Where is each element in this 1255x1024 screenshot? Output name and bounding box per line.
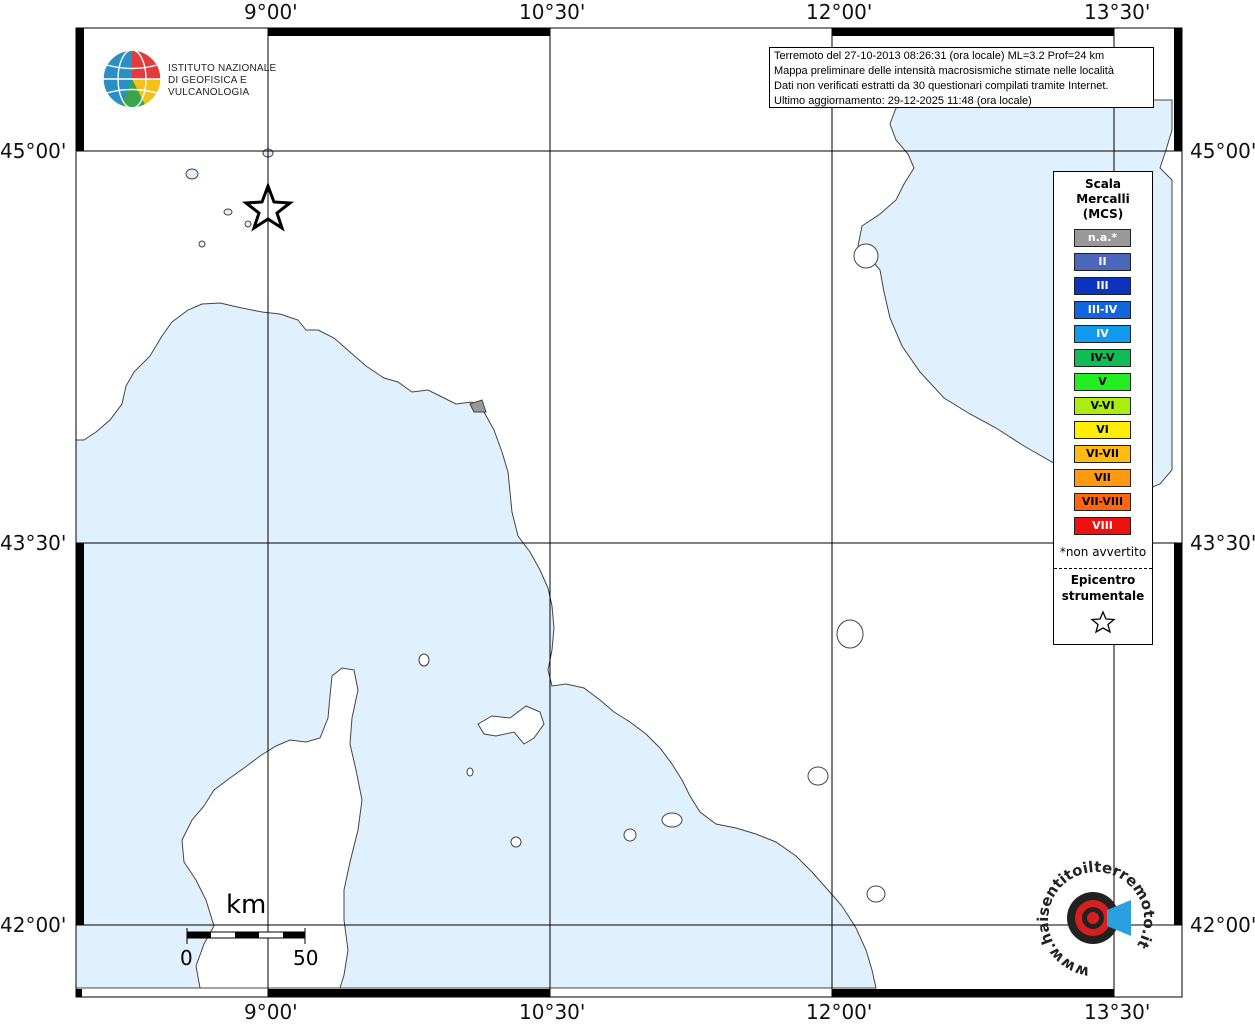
legend-swatch-10: VI-VII xyxy=(1074,445,1131,463)
haisentito-logo: www.haisentitoilterremoto.it xyxy=(1033,858,1159,982)
info-line1: Terremoto del 27-10-2013 08:26:31 (ora l… xyxy=(774,50,1105,62)
legend-swatch-8: V-VI xyxy=(1074,397,1131,415)
legend-epicenter-line2: strumentale xyxy=(1061,589,1145,603)
legend-swatch-2: II xyxy=(1074,253,1131,271)
legend-swatch-13: VIII xyxy=(1074,517,1131,535)
lon-label-top-2: 10°30' xyxy=(519,0,586,24)
legend-title-line2: Mercalli xyxy=(1076,192,1130,206)
legend-swatch-4: III-IV xyxy=(1074,301,1131,319)
lat-label-left-2: 43°30' xyxy=(0,531,67,555)
legend-epicenter-label: Epicentro strumentale xyxy=(1054,572,1152,604)
legend-note: *non avvertito xyxy=(1059,545,1147,559)
logo-line1: ISTITUTO NAZIONALE xyxy=(168,63,277,74)
scale-min: 0 xyxy=(180,946,193,970)
legend-swatch-12: VII-VIII xyxy=(1074,493,1131,511)
ingv-logo: ISTITUTO NAZIONALE DI GEOFISICA E VULCAN… xyxy=(101,48,321,110)
info-line3: Dati non verificati estratti da 30 quest… xyxy=(774,80,1109,92)
info-line4: Ultimo aggiornamento: 29-12-2025 11:48 (… xyxy=(774,95,1032,107)
legend-title: Scala Mercalli (MCS) xyxy=(1054,177,1152,222)
legend-epicenter-line1: Epicentro xyxy=(1070,573,1136,587)
lon-label-bottom-3: 12°00' xyxy=(806,1000,873,1024)
lon-label-bottom-1: 9°00' xyxy=(244,1000,298,1024)
legend-swatch-7: V xyxy=(1074,373,1131,391)
legend-swatch-1: n.a.* xyxy=(1074,229,1131,247)
lon-label-top-1: 9°00' xyxy=(244,0,298,24)
lon-label-bottom-2: 10°30' xyxy=(519,1000,586,1024)
earthquake-info-box: Terremoto del 27-10-2013 08:26:31 (ora l… xyxy=(769,47,1154,108)
logo-line2: DI GEOFISICA E VULCANOLOGIA xyxy=(168,75,250,98)
lat-label-right-2: 43°30' xyxy=(1190,531,1255,555)
scale-unit: km xyxy=(226,890,267,920)
legend-swatch-5: IV xyxy=(1074,325,1131,343)
legend-title-line1: Scala xyxy=(1084,177,1122,191)
legend-swatch-6: IV-V xyxy=(1074,349,1131,367)
lat-label-left-1: 45°00' xyxy=(0,139,67,163)
lon-label-bottom-4: 13°30' xyxy=(1084,1000,1151,1024)
lon-label-top-4: 13°30' xyxy=(1084,0,1151,24)
legend-swatch-3: III xyxy=(1074,277,1131,295)
legend-swatch-9: VI xyxy=(1074,421,1131,439)
lon-label-top-3: 12°00' xyxy=(806,0,873,24)
legend-star-icon xyxy=(1090,610,1116,634)
legend-divider xyxy=(1054,568,1152,569)
globe-icon xyxy=(102,49,162,109)
mcs-legend: Scala Mercalli (MCS) n.a.* II III III-IV IV I… xyxy=(1053,171,1153,645)
lat-label-left-3: 42°00' xyxy=(0,913,67,937)
info-line2: Mappa preliminare delle intensità macros… xyxy=(774,65,1114,77)
legend-swatch-11: VII xyxy=(1074,469,1131,487)
legend-title-line3: (MCS) xyxy=(1082,207,1124,221)
lat-label-right-3: 42°00' xyxy=(1190,913,1255,937)
scale-max: 50 xyxy=(293,946,319,970)
lat-label-right-1: 45°00' xyxy=(1190,139,1255,163)
